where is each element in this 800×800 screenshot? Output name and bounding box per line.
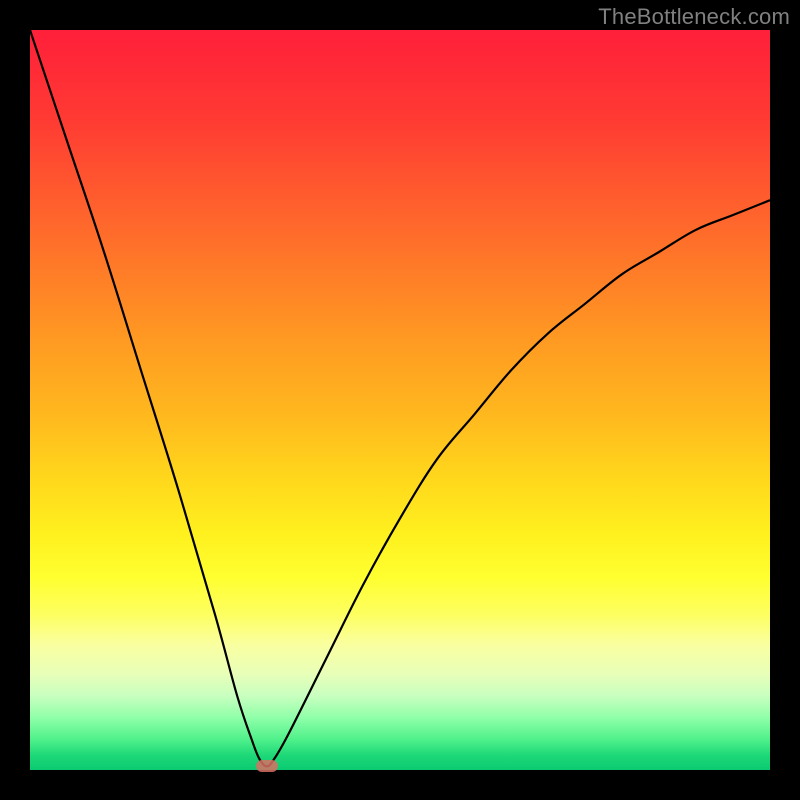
min-marker (256, 760, 278, 772)
chart-frame: TheBottleneck.com (0, 0, 800, 800)
watermark-text: TheBottleneck.com (598, 4, 790, 30)
bottleneck-curve (30, 30, 770, 766)
curve-svg (30, 30, 770, 770)
plot-area (30, 30, 770, 770)
